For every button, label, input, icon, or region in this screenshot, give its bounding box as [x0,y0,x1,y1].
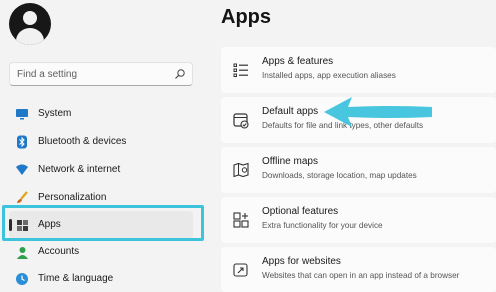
sidebar-item-system[interactable]: System [9,100,193,128]
sidebar-item-time-language[interactable]: Time & language [9,265,193,292]
sidebar-item-accounts[interactable]: Accounts [9,238,193,266]
avatar-head [23,11,37,25]
search-box[interactable] [9,62,193,86]
wifi-icon [15,163,29,177]
bluetooth-icon [15,135,29,149]
brush-icon [15,191,29,205]
default-apps-icon [233,113,249,129]
sidebar-item-label: Time & language [38,273,114,284]
card-optional-features[interactable]: Optional features Extra functionality fo… [221,197,496,243]
card-offline-maps[interactable]: Offline maps Downloads, storage location… [221,147,496,193]
card-apps-for-websites[interactable]: Apps for websites Websites that can open… [221,247,496,292]
page-title: Apps [221,6,271,28]
card-apps-features[interactable]: Apps & features Installed apps, app exec… [221,47,496,93]
monitor-icon [15,107,29,121]
card-title: Default apps [262,106,319,117]
sidebar-item-label: Network & internet [38,164,121,175]
card-subtitle: Websites that can open in an app instead… [262,271,460,280]
search-input[interactable] [10,63,170,85]
card-subtitle: Installed apps, app execution aliases [262,71,396,80]
card-title: Offline maps [262,156,318,167]
card-subtitle: Downloads, storage location, map updates [262,171,417,180]
sidebar-item-label: Accounts [38,246,80,257]
map-icon [233,162,249,178]
grid-plus-icon [233,212,249,228]
card-title: Apps & features [262,56,334,67]
card-title: Optional features [262,206,339,217]
globe-clock-icon [15,272,29,286]
list-icon [233,63,248,77]
sidebar-item-label: Personalization [38,192,107,203]
sidebar-item-label: System [38,108,72,119]
person-icon [15,245,29,259]
open-in-app-icon [233,263,248,277]
avatar[interactable] [9,3,51,45]
sidebar-item-network-internet[interactable]: Network & internet [9,156,193,184]
search-icon[interactable] [174,68,186,80]
apps-highlight-annotation [2,205,204,241]
sidebar-item-bluetooth-devices[interactable]: Bluetooth & devices [9,128,193,156]
arrow-annotation [324,97,432,127]
card-title: Apps for websites [262,256,341,267]
card-subtitle: Extra functionality for your device [262,221,383,230]
sidebar-item-label: Bluetooth & devices [38,136,127,147]
avatar-body [16,28,44,45]
